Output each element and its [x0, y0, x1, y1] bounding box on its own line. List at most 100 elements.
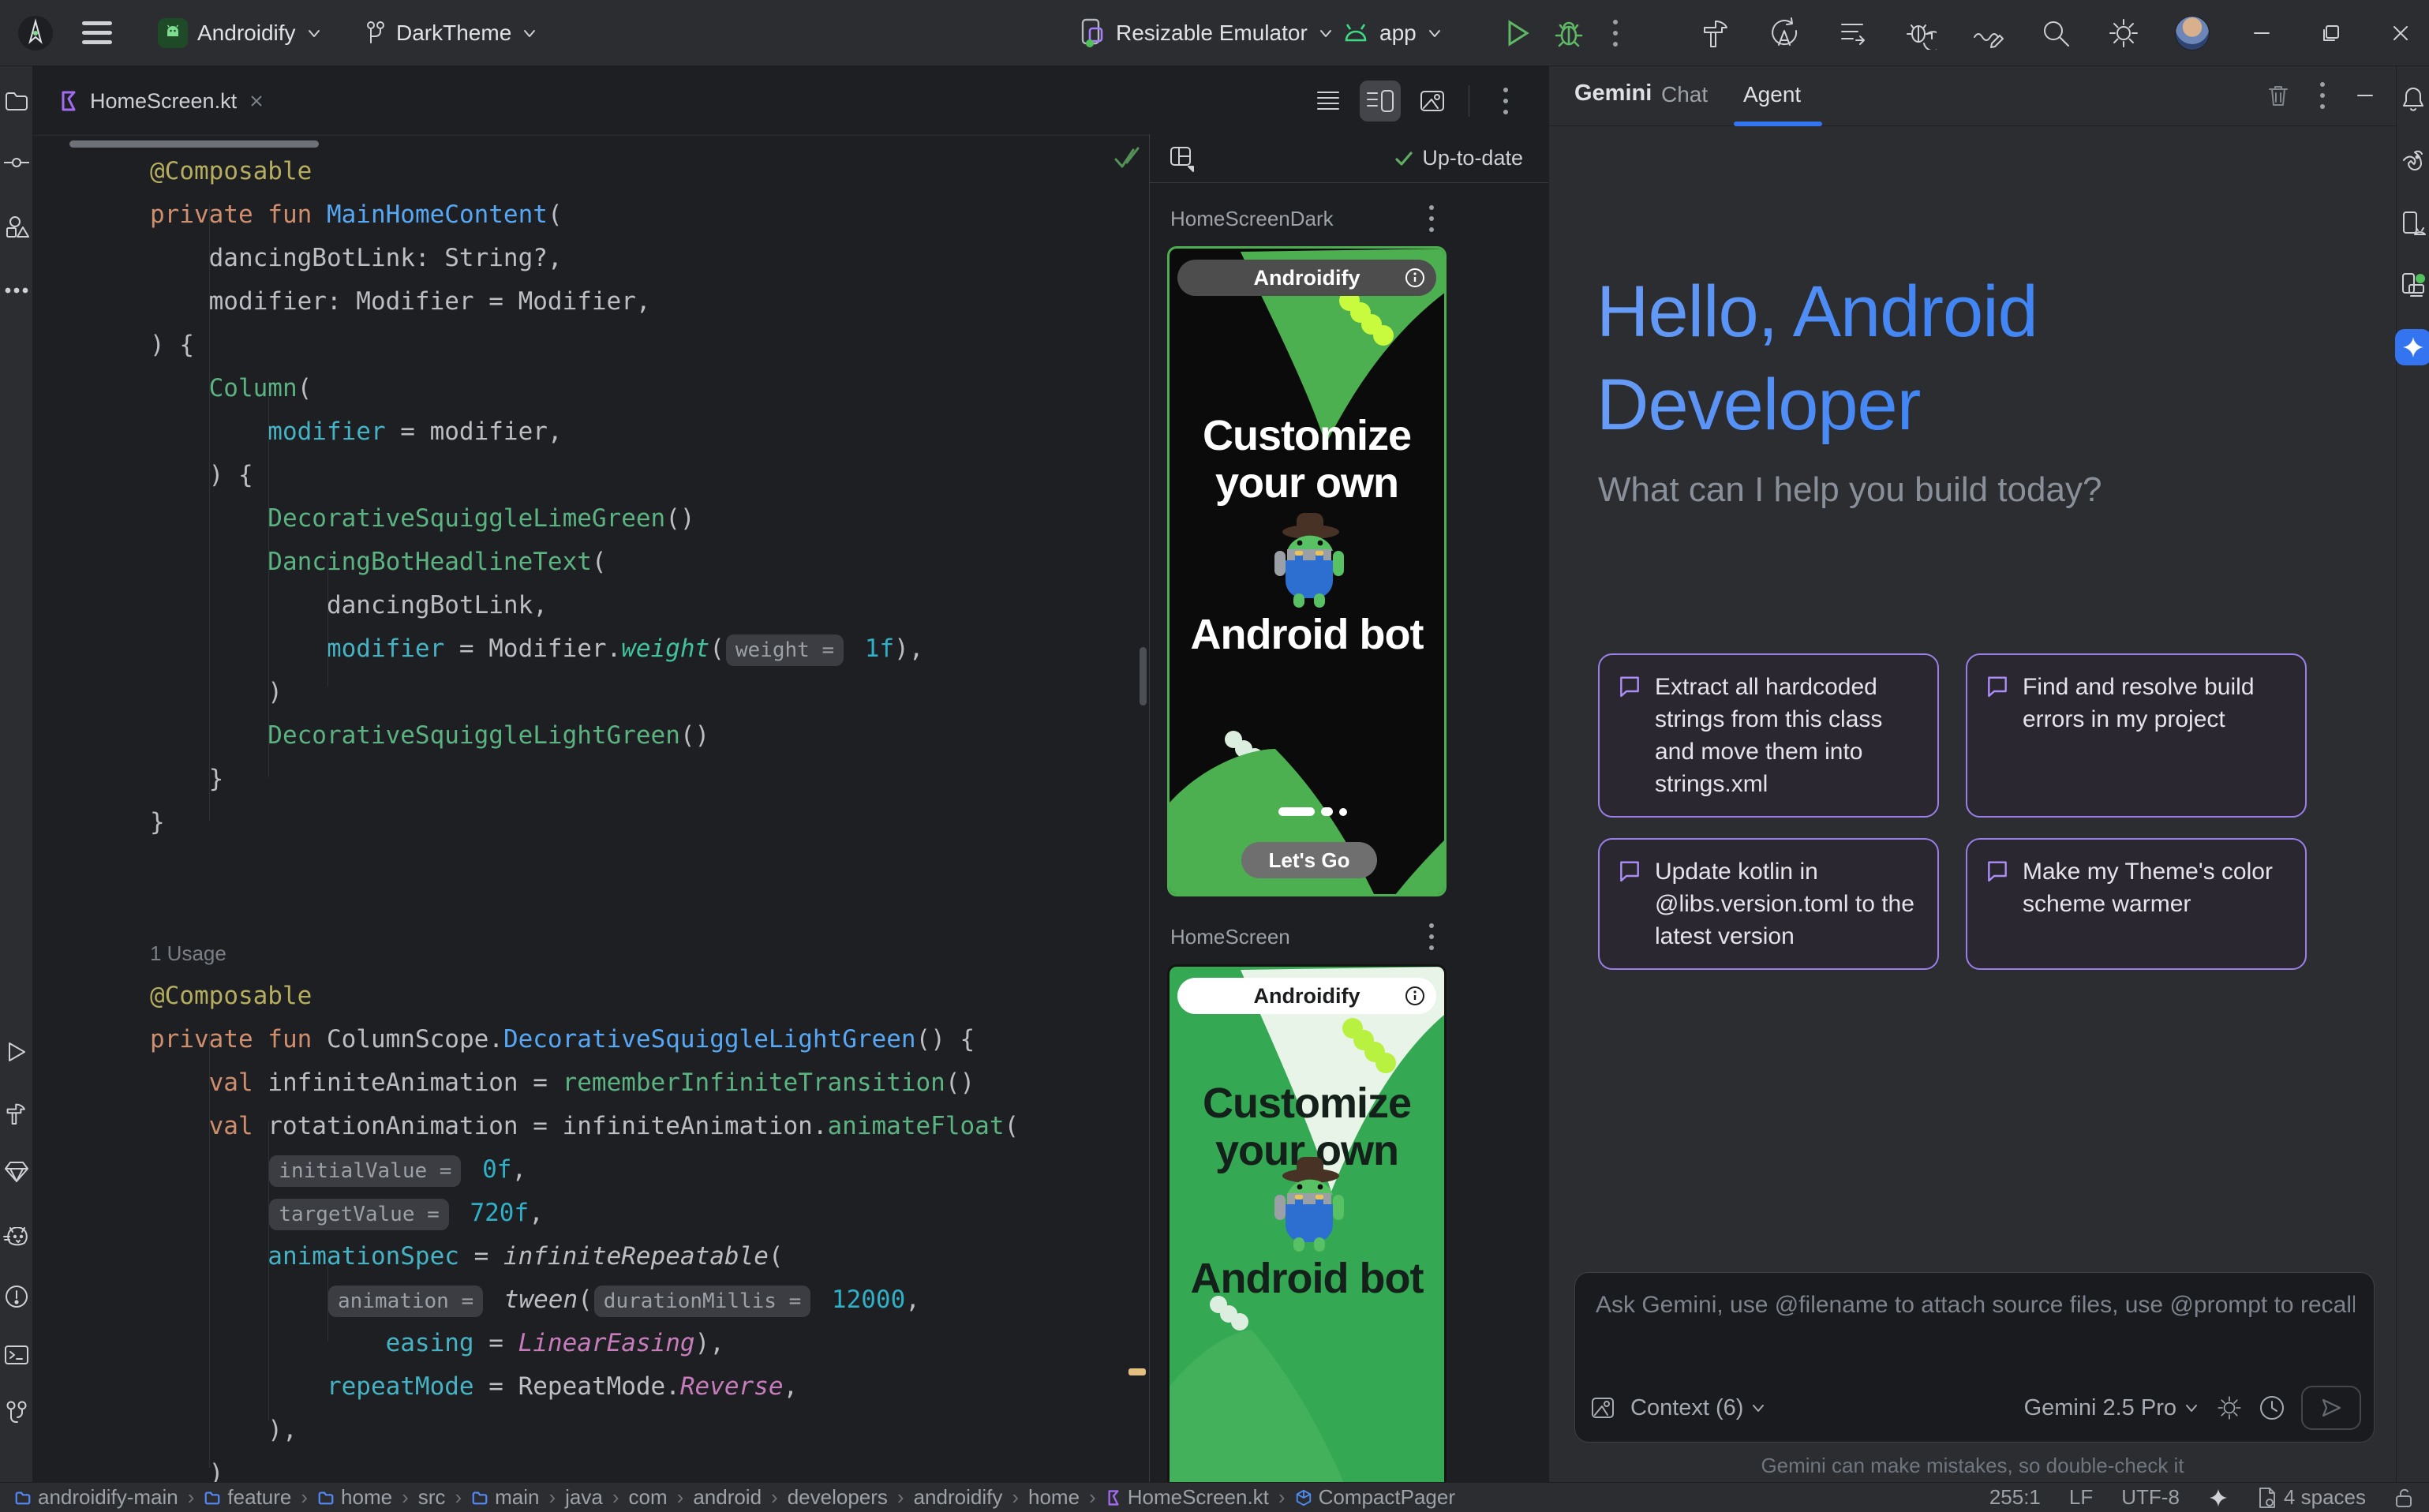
breadcrumb-item[interactable]: android [693, 1485, 762, 1510]
code-editor[interactable]: @Composableprivate fun MainHomeContent(d… [33, 150, 1149, 1482]
preview-layout-button[interactable] [1167, 144, 1197, 174]
window-minimize-button[interactable] [2244, 16, 2279, 51]
run-button[interactable] [1503, 0, 1532, 66]
terminal-tool-button[interactable] [4, 1344, 29, 1366]
todo-list-icon[interactable] [1836, 17, 1869, 50]
split-view-button[interactable] [1360, 80, 1401, 122]
breadcrumb-item[interactable]: java [565, 1485, 603, 1510]
gemini-suggestion-card[interactable]: Make my Theme's color scheme warmer [1966, 838, 2307, 970]
user-avatar[interactable] [2175, 16, 2210, 51]
file-encoding[interactable]: UTF-8 [2121, 1485, 2180, 1510]
main-menu-button[interactable] [82, 0, 112, 66]
breadcrumb-item[interactable]: HomeScreen.kt [1106, 1485, 1269, 1510]
project-selector[interactable]: Androidify [158, 0, 323, 66]
running-devices-tool-button[interactable] [2400, 272, 2427, 299]
code-view-button[interactable] [1308, 80, 1349, 122]
tab-chat[interactable]: Chat [1661, 82, 1708, 107]
editor-scrollbar-thumb[interactable] [1140, 647, 1147, 705]
gemini-prompt-input[interactable] [1594, 1287, 2356, 1323]
breadcrumb-item[interactable]: home [1028, 1485, 1080, 1510]
gemini-settings-icon[interactable] [2216, 1394, 2243, 1421]
gemini-suggestion-card[interactable]: Find and resolve build errors in my proj… [1966, 653, 2307, 818]
more-tool-windows-button[interactable] [4, 287, 29, 294]
model-selector[interactable]: Gemini 2.5 Pro [2024, 1395, 2200, 1421]
preview-headline: Customize [1170, 1079, 1444, 1128]
problems-tool-button[interactable] [4, 1284, 29, 1309]
preview-dark-menu-button[interactable] [1428, 205, 1435, 232]
project-tool-button[interactable] [5, 91, 28, 111]
editor-tab-homescreen[interactable]: HomeScreen.kt [44, 66, 279, 136]
history-icon[interactable] [2259, 1394, 2285, 1421]
gemini-options-button[interactable] [2319, 82, 2326, 109]
device-selector[interactable]: Resizable Emulator [1080, 0, 1334, 66]
send-button[interactable] [2301, 1386, 2361, 1430]
logcat-tool-button[interactable] [3, 1227, 30, 1249]
hide-panel-icon[interactable] [2355, 85, 2375, 106]
close-icon[interactable] [248, 92, 265, 110]
tab-agent[interactable]: Agent [1743, 82, 1801, 107]
code-line: DecorativeSquiggleLimeGreen() [33, 497, 1149, 541]
breadcrumb-item[interactable]: main [471, 1485, 539, 1510]
app-quality-insights-tool-button[interactable] [4, 1161, 29, 1183]
version-control-tool-button[interactable] [5, 1401, 28, 1426]
breadcrumb-separator: › [897, 1485, 904, 1510]
breadcrumb-item[interactable]: androidify [914, 1485, 1003, 1510]
code-line: private fun MainHomeContent( [33, 193, 1149, 237]
lets-go-button: Let's Go [1241, 842, 1377, 878]
chat-bubble-icon [1985, 859, 2010, 884]
chevron-down-icon [2183, 1399, 2200, 1417]
gemini-tool-button[interactable] [2395, 329, 2429, 365]
editor-options-button[interactable] [1485, 80, 1526, 122]
code-line: } [33, 801, 1149, 844]
build-hammer-icon[interactable] [1700, 17, 1733, 50]
status-bar: androidify-main›feature›home›src›main›ja… [0, 1482, 2429, 1512]
debug-button[interactable] [1553, 0, 1585, 66]
android-studio-logo-icon [17, 0, 54, 66]
indent-settings[interactable]: 4 spaces [2257, 1485, 2366, 1510]
branch-selector[interactable]: DarkTheme [365, 0, 538, 66]
run-tool-button[interactable] [6, 1040, 28, 1064]
settings-gear-icon[interactable] [2107, 17, 2140, 50]
gemini-input-box[interactable]: Context (6) Gemini 2.5 Pro [1574, 1272, 2375, 1443]
context-selector[interactable]: Context (6) [1630, 1395, 1767, 1421]
preview-card-homescreen[interactable]: Androidify Customize your own Android bo… [1167, 964, 1447, 1482]
device-manager-tool-button[interactable] [2401, 211, 2426, 238]
build-tool-button[interactable] [4, 1101, 29, 1126]
folder-icon [317, 1490, 335, 1506]
window-close-button[interactable] [2383, 16, 2418, 51]
live-edit-icon[interactable] [1971, 17, 2004, 50]
attach-image-icon[interactable] [1591, 1397, 1615, 1419]
gemini-status-icon[interactable] [2208, 1488, 2229, 1508]
search-icon[interactable] [2039, 17, 2072, 50]
window-maximize-button[interactable] [2314, 16, 2349, 51]
breadcrumb-item[interactable]: src [418, 1485, 446, 1510]
gradle-tool-button[interactable] [2400, 149, 2427, 173]
breadcrumb-item[interactable]: CompactPager [1295, 1485, 1455, 1510]
resource-manager-tool-button[interactable] [4, 215, 29, 239]
editor-tab-bar: HomeScreen.kt [33, 66, 1548, 136]
caret-position[interactable]: 255:1 [1989, 1485, 2041, 1510]
code-line: animationSpec = infiniteRepeatable( [33, 1235, 1149, 1278]
run-more-actions-button[interactable] [1611, 0, 1619, 66]
breadcrumb-item[interactable]: com [629, 1485, 668, 1510]
preview-card-homescreendark[interactable]: Androidify Customize your own Android bo… [1167, 246, 1447, 896]
breadcrumb-item[interactable]: home [317, 1485, 392, 1510]
run-configuration-selector[interactable]: app [1342, 0, 1443, 66]
commit-tool-button[interactable] [4, 155, 29, 170]
breadcrumb-item[interactable]: developers [788, 1485, 888, 1510]
apply-changes-icon[interactable] [1768, 17, 1801, 50]
change-marker [1128, 1368, 1146, 1375]
preview-light-menu-button[interactable] [1428, 923, 1435, 950]
breadcrumb-item[interactable]: androidify-main [14, 1485, 178, 1510]
notifications-tool-button[interactable] [2401, 86, 2425, 113]
kebab-icon [1611, 20, 1619, 47]
profiler-bug-icon[interactable] [1903, 17, 1937, 50]
delete-conversation-icon[interactable] [2266, 83, 2290, 108]
gemini-suggestion-card[interactable]: Update kotlin in @libs.version.toml to t… [1598, 838, 1939, 970]
gemini-suggestion-card[interactable]: Extract all hardcoded strings from this … [1598, 653, 1939, 818]
file-lock-toggle[interactable] [2394, 1487, 2413, 1509]
preview-view-button[interactable] [1412, 80, 1453, 122]
breadcrumb-item[interactable]: feature [204, 1485, 291, 1510]
line-separator[interactable]: LF [2069, 1485, 2093, 1510]
suggestion-text: Update kotlin in @libs.version.toml to t… [1655, 855, 1920, 952]
